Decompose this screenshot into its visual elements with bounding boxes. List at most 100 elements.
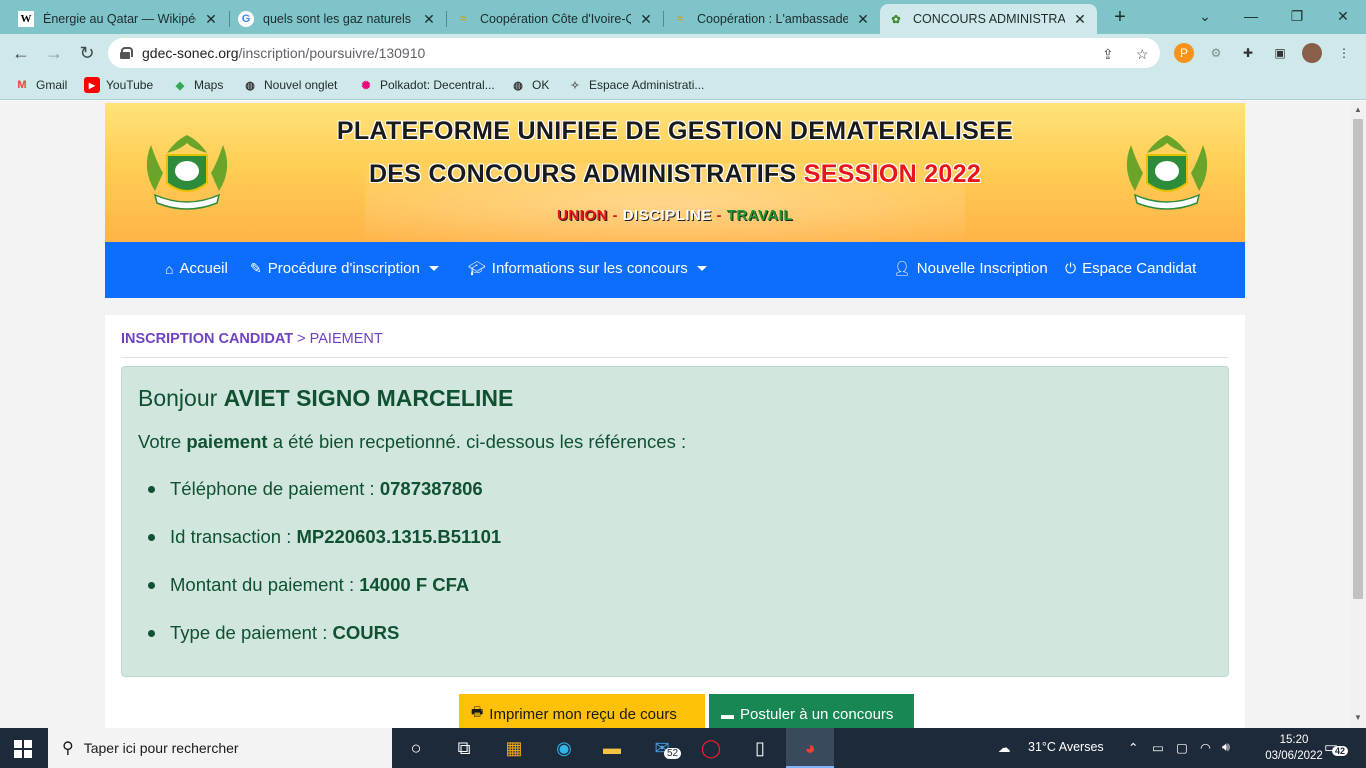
edit-icon: ✎ [250, 260, 262, 276]
store-icon[interactable]: ▦ [502, 737, 526, 759]
payment-confirmation-alert: Bonjour AVIET SIGNO MARCELINE Votre paie… [121, 366, 1229, 677]
extension-icon[interactable]: P [1174, 43, 1194, 63]
minimize-button[interactable]: — [1228, 4, 1274, 28]
nav-home[interactable]: ⌂ Accueil [165, 260, 228, 277]
tab-title: CONCOURS ADMINISTRATIFS [913, 12, 1065, 26]
tab-title: Coopération Côte d'Ivoire-Qatar [480, 12, 631, 26]
confirmation-message: Votre paiement a été bien recpetionné. c… [138, 431, 687, 452]
close-icon[interactable]: ✕ [202, 11, 220, 28]
bookmark-star-icon[interactable]: ☆ [1136, 46, 1149, 63]
tab-ambassadeur[interactable]: ≈ Coopération : L'ambassadeur ✕ [664, 4, 880, 34]
site-icon: ≈ [459, 13, 467, 25]
list-item: Montant du paiement : 14000 F CFA [138, 574, 501, 622]
close-icon[interactable]: ✕ [420, 11, 438, 28]
menu-icon[interactable]: ⋮ [1334, 43, 1354, 63]
tab-google[interactable]: G quels sont les gaz naturels - Google ✕ [230, 4, 446, 34]
greeting: Bonjour AVIET SIGNO MARCELINE [138, 385, 514, 411]
banner-title-line1: PLATEFORME UNIFIEE DE GESTION DEMATERIAL… [336, 117, 1014, 145]
bookmark-polkadot[interactable]: ✺ Polkadot: Decentral... [358, 77, 494, 93]
meet-icon[interactable]: ▢ [1176, 740, 1188, 755]
notepad-icon[interactable]: ▯ [748, 737, 772, 759]
apply-contest-button[interactable]: ▬ Postuler à un concours [709, 694, 914, 728]
battery-icon[interactable]: ▭ [1152, 740, 1164, 755]
payment-type: COURS [332, 622, 400, 643]
candidate-name: AVIET SIGNO MARCELINE [223, 385, 514, 411]
emblem-icon: ✿ [891, 13, 901, 26]
tab-cooperation-qatar[interactable]: ≈ Coopération Côte d'Ivoire-Qatar ✕ [447, 4, 663, 34]
volume-icon[interactable]: 🔊︎ [1222, 740, 1230, 755]
cortana-icon[interactable]: ○ [404, 737, 428, 759]
globe-icon: ◍ [245, 79, 255, 92]
tab-wikipedia[interactable]: W Énergie au Qatar — Wikipédia ✕ [10, 4, 228, 34]
site-icon: ≈ [676, 13, 684, 25]
close-icon[interactable]: ✕ [1071, 11, 1089, 28]
national-motto: UNION - DISCIPLINE - TRAVAIL [557, 207, 793, 224]
restore-button[interactable]: ❐ [1274, 4, 1320, 28]
folder-icon: ▬ [721, 706, 734, 722]
file-explorer-icon[interactable]: ▬ [600, 737, 624, 759]
bookmark-gmail[interactable]: M Gmail [14, 77, 67, 93]
clock[interactable]: 15:20 03/06/2022 [1262, 732, 1326, 764]
page-viewport: PLATEFORME UNIFIEE DE GESTION DEMATERIAL… [0, 101, 1350, 728]
close-icon[interactable]: ✕ [854, 11, 872, 28]
tab-search-icon[interactable]: ⌄ [1182, 4, 1228, 28]
user-icon: 👤︎ [893, 260, 911, 276]
bookmark-youtube[interactable]: ▶ YouTube [84, 77, 153, 93]
close-window-button[interactable]: ✕ [1320, 4, 1366, 28]
nav-procedure-dropdown[interactable]: ✎ Procédure d'inscription [250, 260, 439, 277]
extension-icon[interactable]: ⚙ [1206, 43, 1226, 63]
session-label: SESSION 2022 [803, 160, 982, 188]
windows-taskbar: ⚲ Taper ici pour rechercher ○ ⧉ ▦ ◉ ▬ ✉ … [0, 728, 1366, 768]
bookmark-new-tab[interactable]: ◍ Nouvel onglet [242, 77, 337, 93]
bookmark-maps[interactable]: ◆ Maps [172, 77, 224, 93]
tab-title: Coopération : L'ambassadeur [697, 12, 848, 26]
chevron-up-icon[interactable]: ⌃ [1128, 740, 1138, 755]
nav-candidate-space[interactable]: ⏻ Espace Candidat [1065, 260, 1196, 277]
list-item: Type de paiement : COURS [138, 622, 501, 670]
side-panel-icon[interactable]: ▣ [1270, 43, 1290, 63]
search-icon: ⚲ [62, 740, 74, 757]
print-receipt-button[interactable]: 🖶︎ Imprimer mon reçu de cours [459, 694, 705, 728]
reload-button[interactable]: ↻ [74, 40, 100, 66]
opera-icon[interactable]: ◯ [699, 737, 723, 759]
forward-button[interactable]: → [41, 40, 67, 66]
weather-text[interactable]: 31°C Averses [1028, 740, 1104, 754]
scrollbar-thumb[interactable] [1353, 119, 1363, 599]
polkadot-icon: ✺ [361, 79, 371, 92]
notifications-button[interactable]: ▭ 42 [1324, 738, 1349, 758]
back-button[interactable]: ← [8, 40, 34, 66]
bookmark-ok[interactable]: ◍ OK [510, 77, 549, 93]
header-banner: PLATEFORME UNIFIEE DE GESTION DEMATERIAL… [105, 103, 1245, 243]
chevron-down-icon [696, 266, 707, 271]
tab-concours[interactable]: ✿ CONCOURS ADMINISTRATIFS ✕ [880, 4, 1097, 34]
bookmark-espace-admin[interactable]: ✧ Espace Administrati... [567, 77, 704, 93]
task-view-icon[interactable]: ⧉ [452, 737, 476, 759]
page-scrollbar[interactable]: ▲ ▼ [1350, 101, 1366, 728]
mail-badge: 52 [664, 748, 682, 759]
site-icon: ✧ [570, 79, 580, 92]
close-icon[interactable]: ✕ [637, 11, 655, 28]
breadcrumb: INSCRIPTION CANDIDAT > PAIEMENT [121, 331, 383, 347]
profile-avatar[interactable] [1302, 43, 1322, 63]
browser-toolbar: ← → ↻ gdec-sonec.org/inscription/poursui… [0, 34, 1366, 72]
taskbar-search-box[interactable]: ⚲ Taper ici pour rechercher [48, 728, 392, 768]
payment-references-list: Téléphone de paiement : 0787387806 Id tr… [138, 478, 501, 670]
main-navbar: ⌂ Accueil ✎ Procédure d'inscription 🎓︎ Info… [105, 242, 1245, 298]
bookmarks-bar: M Gmail ▶ YouTube ◆ Maps ◍ Nouvel onglet ✺ Po… [0, 72, 1366, 100]
share-icon[interactable]: ⇪ [1102, 46, 1114, 63]
nav-info-dropdown[interactable]: 🎓︎ Informations sur les concours [468, 260, 707, 277]
url-text[interactable]: gdec-sonec.org/inscription/poursuivre/13… [142, 45, 425, 61]
printer-icon: 🖶︎ [471, 704, 484, 719]
wifi-icon[interactable]: ◠ [1200, 740, 1211, 755]
banner-title-line2: DES CONCOURS ADMINISTRATIFS SESSION 2022 [368, 160, 982, 188]
nav-new-inscription[interactable]: 👤︎ Nouvelle Inscription [893, 260, 1048, 277]
lock-icon[interactable] [120, 47, 133, 59]
address-bar[interactable]: gdec-sonec.org/inscription/poursuivre/13… [108, 38, 1160, 68]
chrome-icon[interactable]: ◕ [798, 737, 822, 759]
puzzle-icon[interactable]: ✚ [1238, 43, 1258, 63]
windows-start-button[interactable] [14, 740, 32, 758]
new-tab-button[interactable]: + [1108, 6, 1132, 30]
power-icon: ⏻ [1065, 260, 1077, 276]
weather-icon[interactable]: ☁ [998, 740, 1011, 755]
edge-icon[interactable]: ◉ [552, 737, 576, 759]
